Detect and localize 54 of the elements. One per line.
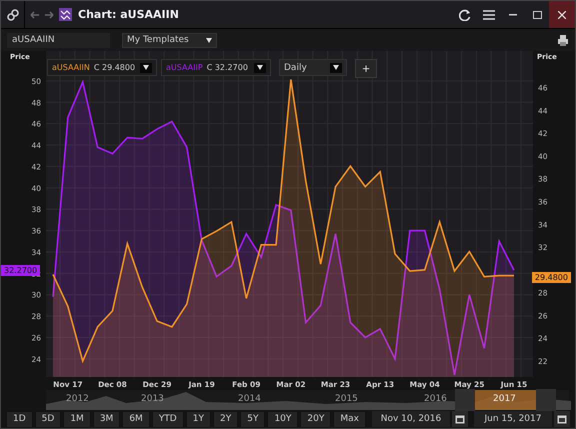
menu-icon — [483, 10, 495, 20]
right-handle[interactable] — [536, 389, 556, 411]
close-value: C 32.2700 — [206, 63, 248, 72]
caret-icon — [206, 38, 212, 42]
arrows-icon — [30, 10, 54, 18]
range-button[interactable]: 2Y — [212, 410, 238, 428]
app-icon — [59, 8, 72, 21]
range-button[interactable]: 5D — [34, 410, 62, 428]
year-label: 2015 — [335, 394, 358, 404]
end-date-field[interactable]: Jun 15, 2017 — [474, 411, 552, 427]
close-icon — [558, 10, 566, 18]
year-label: 2012 — [66, 394, 89, 404]
maximize-icon — [532, 10, 542, 18]
caret-icon — [143, 65, 149, 70]
print-icon[interactable] — [557, 34, 569, 46]
calendar-button[interactable] — [554, 411, 570, 427]
add-button[interactable]: + — [355, 59, 377, 78]
range-button[interactable]: YTD — [152, 410, 184, 428]
range-button[interactable]: 5Y — [240, 410, 266, 428]
series-legend[interactable]: aUSAAIIP C 32.2700 — [161, 59, 271, 76]
interval-dropdown[interactable]: Daily — [279, 59, 347, 76]
close-value: C 29.4800 — [94, 63, 136, 72]
range-button[interactable]: 10Y — [267, 410, 298, 428]
link-icon — [6, 8, 18, 20]
range-button[interactable]: 20Y — [300, 410, 332, 428]
range-button[interactable]: 3M — [92, 410, 120, 428]
symbol-field[interactable]: aUSAAIIN — [7, 32, 110, 48]
range-navigator[interactable]: 2012 2013 2014 2015 2016 2017 — [46, 390, 569, 410]
calendar-icon — [557, 414, 567, 424]
calendar-icon — [455, 414, 465, 424]
templates-dropdown[interactable]: My Templates — [122, 32, 217, 48]
close-button[interactable] — [549, 1, 575, 28]
start-date-field[interactable]: Nov 10, 2016 — [372, 411, 450, 427]
caret-icon — [257, 65, 263, 70]
year-label: 2016 — [424, 394, 447, 404]
calendar-button[interactable] — [452, 411, 468, 427]
range-button[interactable]: 1M — [63, 410, 91, 428]
range-button[interactable]: 1D — [6, 410, 33, 428]
selection-window[interactable] — [475, 390, 536, 410]
caret-icon — [333, 65, 339, 70]
window-title: Chart: aUSAAIIN — [78, 8, 180, 21]
refresh-icon — [459, 8, 471, 20]
year-label: 2014 — [238, 394, 261, 404]
year-label: 2017 — [493, 394, 516, 404]
series-legend[interactable]: aUSAAIIN C 29.4800 — [47, 59, 157, 76]
minimize-icon — [509, 14, 517, 16]
series-name: aUSAAIIN — [52, 63, 90, 72]
series-name: aUSAAIIP — [166, 63, 203, 72]
range-button[interactable]: 6M — [122, 410, 150, 428]
left-handle[interactable] — [455, 389, 475, 411]
year-label: 2013 — [141, 394, 164, 404]
range-button[interactable]: Max — [333, 410, 366, 428]
last-value-tag: 29.4800 — [532, 272, 571, 283]
range-button[interactable]: 1Y — [186, 410, 211, 428]
